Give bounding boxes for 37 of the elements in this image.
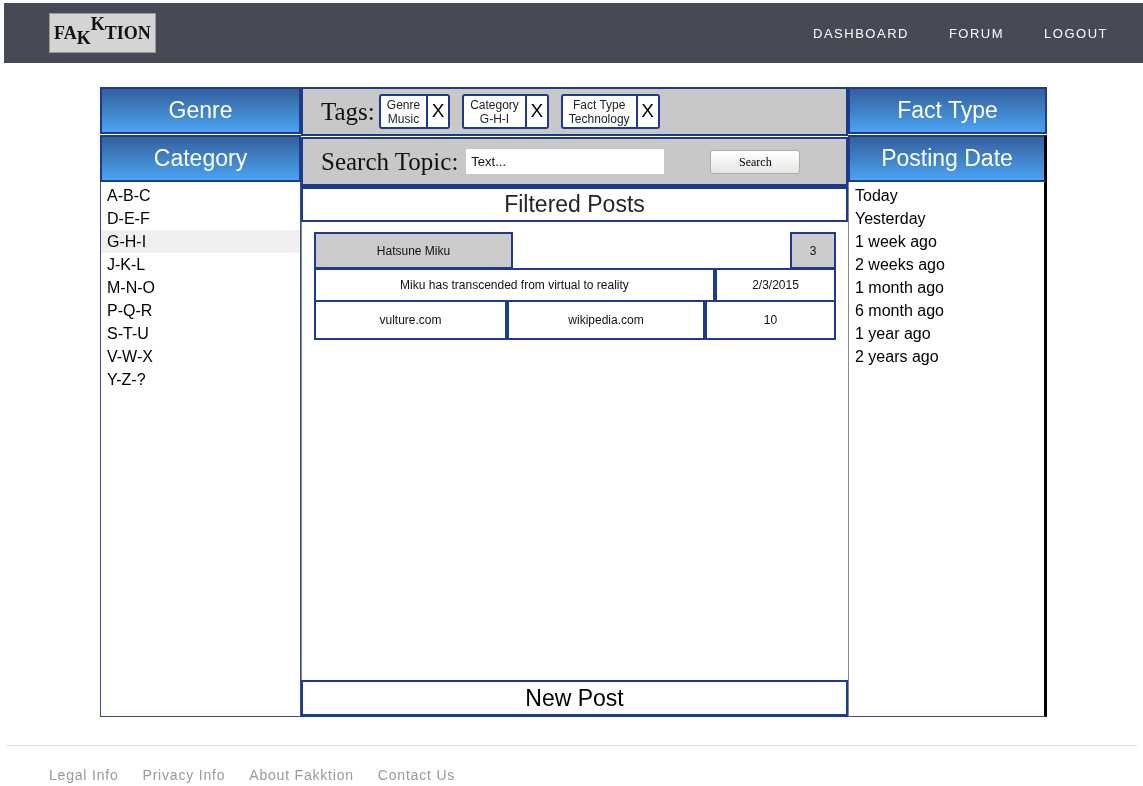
category-header[interactable]: Category [100,135,301,182]
search-field[interactable]: Text... [466,149,665,174]
category-item[interactable]: G-H-I [101,230,300,253]
date-filter-item[interactable]: Yesterday [849,207,1044,230]
category-item[interactable]: S-T-U [101,322,300,345]
posts-header: Filtered Posts [301,186,848,222]
date-filter-item[interactable]: Today [849,184,1044,207]
score-cell: 10 [705,300,836,340]
date-filter-item[interactable]: 2 weeks ago [849,253,1044,276]
category-item[interactable]: D-E-F [101,207,300,230]
category-item[interactable]: M-N-O [101,276,300,299]
source-cell[interactable]: vulture.com [314,300,507,340]
author-cell[interactable]: Hatsune Miku [314,232,513,269]
count-cell: 3 [790,232,836,269]
nav-link[interactable]: LOGOUT [1044,26,1108,41]
date-filter-item[interactable]: 2 years ago [849,345,1044,368]
fact-type-header[interactable]: Fact Type [848,87,1047,134]
category-item[interactable]: Y-Z-? [101,368,300,391]
category-item[interactable]: V-W-X [101,345,300,368]
source-cell[interactable]: wikipedia.com [507,300,705,340]
date-filter-item[interactable]: 1 month ago [849,276,1044,299]
date-filter-item[interactable]: 6 month ago [849,299,1044,322]
date-filter-item[interactable]: 1 week ago [849,230,1044,253]
search-label: Search Topic: [321,146,459,177]
genre-header[interactable]: Genre [100,87,301,134]
date-cell: 2/3/2015 [715,268,836,302]
search-button[interactable]: Search [710,149,801,174]
date-filter-item[interactable]: 1 year ago [849,322,1044,345]
title-cell[interactable]: Miku has transcended from virtual to reality [314,268,715,302]
posting-date-header[interactable]: Posting Date [848,135,1047,182]
nav-link[interactable]: FORUM [948,26,1005,41]
category-item[interactable]: P-Q-R [101,299,300,322]
category-item[interactable]: J-K-L [101,253,300,276]
tags-label: Tags: [321,96,375,127]
nav-link[interactable]: DASHBOARD [813,26,909,41]
category-item[interactable]: A-B-C [101,184,300,207]
new-post-button[interactable]: New Post [301,680,848,717]
